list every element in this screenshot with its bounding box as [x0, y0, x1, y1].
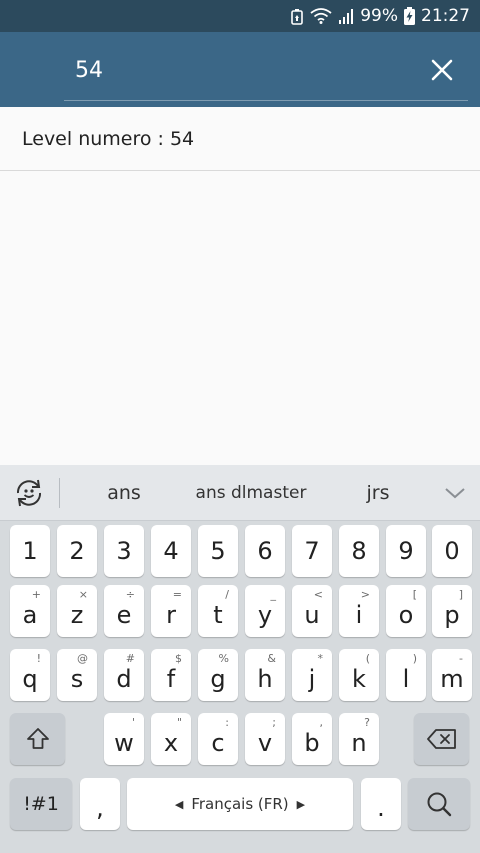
battery-charging-icon — [404, 7, 415, 25]
key-m[interactable]: -m — [432, 649, 472, 701]
suggestion-2[interactable]: ans dlmaster — [180, 465, 322, 521]
key-c[interactable]: :c — [198, 713, 238, 765]
key-e[interactable]: ÷ e — [104, 585, 144, 637]
key-i[interactable]: > i — [339, 585, 379, 637]
key-w[interactable]: ' w — [104, 713, 144, 765]
shift-key[interactable] — [10, 713, 65, 765]
key-3[interactable]: 3 — [104, 525, 144, 577]
key-0[interactable]: 0 — [432, 525, 472, 577]
space-key[interactable]: ◀ Français (FR) ▶ — [127, 778, 353, 830]
suggestion-divider — [59, 478, 60, 508]
key-1[interactable]: 1 — [10, 525, 50, 577]
key-n[interactable]: ? n — [339, 713, 379, 765]
key-d[interactable]: # d — [104, 649, 144, 701]
list-item[interactable]: Level numero : 54 — [0, 107, 480, 171]
backspace-key[interactable] — [414, 713, 469, 765]
key-s[interactable]: @ s — [57, 649, 97, 701]
key-t[interactable]: / t — [198, 585, 238, 637]
key-7[interactable]: 7 — [292, 525, 332, 577]
key-k[interactable]: (k — [339, 649, 379, 701]
search-icon — [427, 792, 452, 817]
key-4[interactable]: 4 — [151, 525, 191, 577]
key-6[interactable]: 6 — [245, 525, 285, 577]
key-r[interactable]: = r — [151, 585, 191, 637]
key-l[interactable]: ) l — [386, 649, 426, 701]
chevron-down-icon[interactable] — [443, 483, 467, 503]
signal-icon — [338, 8, 354, 24]
key-b[interactable]: ,b — [292, 713, 332, 765]
key-p[interactable]: ] p — [432, 585, 472, 637]
battery-percent: 99% — [360, 6, 398, 26]
emoji-toggle-icon[interactable] — [12, 476, 46, 510]
key-y[interactable]: _ y — [245, 585, 285, 637]
search-underline — [64, 100, 468, 101]
clear-search-button[interactable] — [424, 52, 460, 88]
search-input[interactable] — [75, 50, 405, 90]
key-5[interactable]: 5 — [198, 525, 238, 577]
key-a[interactable]: + a — [10, 585, 50, 637]
key-h[interactable]: & h — [245, 649, 285, 701]
close-icon — [431, 59, 453, 81]
key-9[interactable]: 9 — [386, 525, 426, 577]
key-j[interactable]: * j — [292, 649, 332, 701]
period-key[interactable]: . — [361, 778, 401, 830]
key-2[interactable]: 2 — [57, 525, 97, 577]
key-x[interactable]: " x — [151, 713, 191, 765]
shift-icon — [26, 728, 49, 749]
suggestion-bar: ans ans dlmaster jrs — [0, 465, 480, 521]
suggestion-1[interactable]: ans — [82, 465, 166, 521]
key-o[interactable]: [o — [386, 585, 426, 637]
language-right-icon: ▶ — [296, 797, 306, 811]
status-bar: 99% 21:27 — [0, 0, 480, 32]
space-key-label: Français (FR) — [191, 795, 289, 813]
keyboard: ans ans dlmaster jrs 1 2 3 4 5 6 7 8 9 0… — [0, 465, 480, 853]
result-list: Level numero : 54 — [0, 107, 480, 171]
battery-saver-icon — [290, 8, 304, 25]
key-8[interactable]: 8 — [339, 525, 379, 577]
key-z[interactable]: × z — [57, 585, 97, 637]
key-q[interactable]: ! q — [10, 649, 50, 701]
search-key[interactable] — [408, 778, 470, 830]
list-item-label: Level numero : 54 — [22, 127, 195, 150]
key-v[interactable]: ; v — [245, 713, 285, 765]
key-g[interactable]: % g — [198, 649, 238, 701]
search-app-bar — [0, 32, 480, 107]
comma-key[interactable]: , — [80, 778, 120, 830]
suggestion-3[interactable]: jrs — [336, 465, 420, 521]
language-left-icon: ◀ — [174, 797, 184, 811]
clock: 21:27 — [421, 6, 470, 26]
backspace-icon — [426, 729, 456, 749]
wifi-icon — [310, 8, 332, 24]
key-u[interactable]: < u — [292, 585, 332, 637]
symbols-key[interactable]: !#1 — [10, 778, 72, 830]
key-f[interactable]: $ f — [151, 649, 191, 701]
